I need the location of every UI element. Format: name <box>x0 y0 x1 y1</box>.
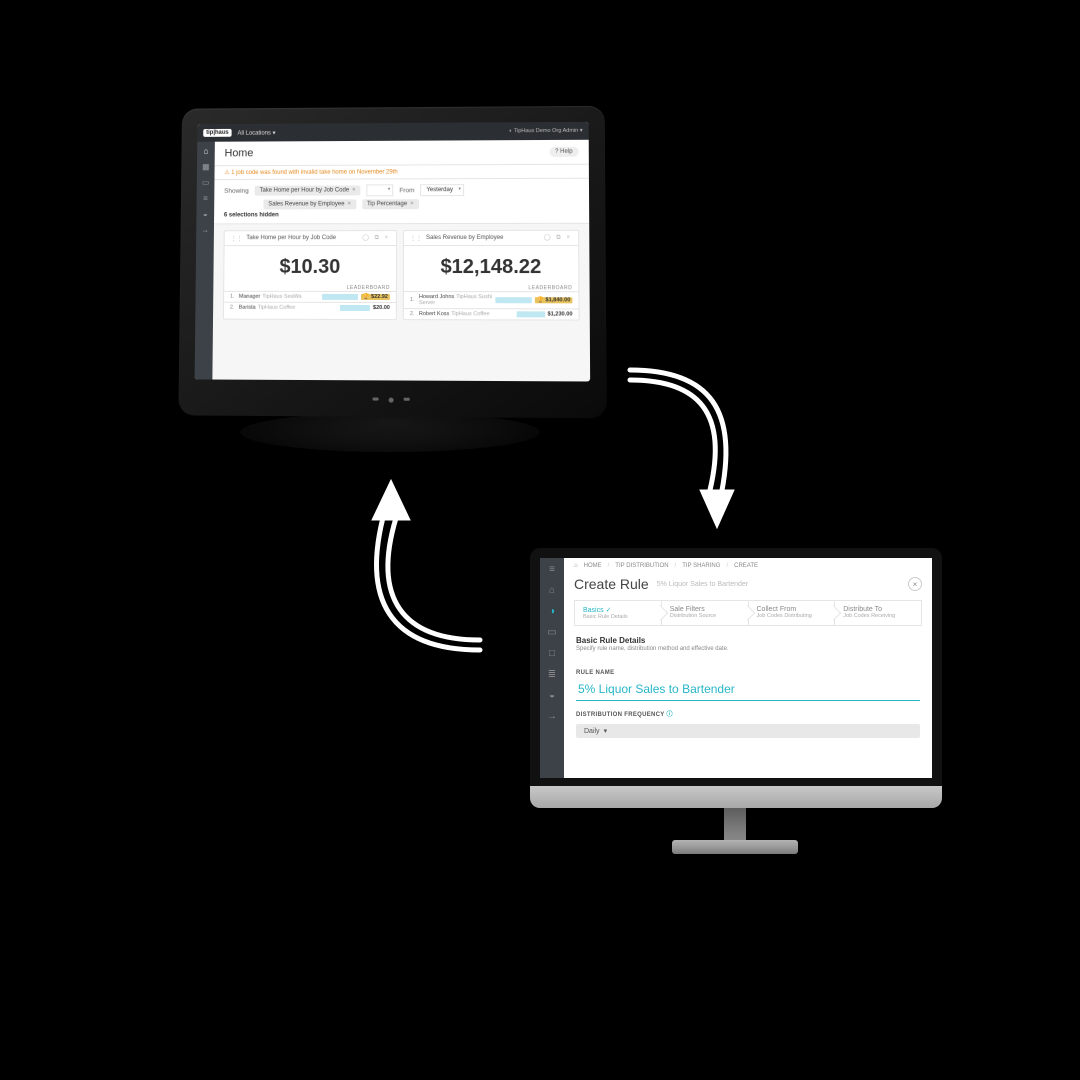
tablet-screen: tip|haus All Locations ▾ ◐ TipHaus Demo … <box>195 122 591 382</box>
from-select[interactable]: Yesterday <box>420 184 463 196</box>
filter-add-select[interactable] <box>366 184 393 196</box>
warning-banner[interactable]: ⚠ 1 job code was found with invalid take… <box>214 165 588 180</box>
monitor-screen: ≡ ⌂ ◑ ▭ □ ≣ ◒ → ⌂ HOME/ TIP DISTRIBUTION… <box>540 558 932 778</box>
wizard-step-collect[interactable]: Collect FromJob Codes Distributing <box>749 601 836 625</box>
showing-label: Showing <box>224 187 249 194</box>
list-icon[interactable]: ≡ <box>201 193 211 203</box>
doc-icon[interactable]: ▭ <box>201 177 211 187</box>
filter-chip[interactable]: Tip Percentage× <box>362 199 419 209</box>
drag-handle-icon[interactable]: ⋮⋮ <box>410 235 422 242</box>
metric-card-sales: ⋮⋮ Sales Revenue by Employee◯ ⧉ × $12,148… <box>403 230 580 321</box>
breadcrumb[interactable]: ⌂ HOME/ TIP DISTRIBUTION/ TIP SHARING/ C… <box>564 558 932 574</box>
chevron-down-icon: ▾ <box>604 727 608 735</box>
user-icon[interactable]: ◒ <box>549 690 555 701</box>
filter-bar: Showing Take Home per Hour by Job Code× … <box>214 179 589 225</box>
wizard-step-basics[interactable]: BasicsBasic Rule Details <box>575 601 662 625</box>
cycle-arrow-up <box>330 450 510 670</box>
doc-icon[interactable]: ▭ <box>547 627 556 638</box>
arrow-icon[interactable]: → <box>547 711 557 722</box>
user-icon[interactable]: ◒ <box>200 209 210 219</box>
drag-handle-icon[interactable]: ⋮⋮ <box>231 235 243 242</box>
wizard-steps: BasicsBasic Rule Details Sale FiltersDis… <box>574 600 922 626</box>
page-title: Create Rule <box>574 576 649 592</box>
logo: tip|haus <box>203 129 231 137</box>
hidden-selections-note[interactable]: 6 selections hidden <box>224 212 579 219</box>
rule-name-label: RULE NAME <box>576 670 920 676</box>
filter-chip[interactable]: Take Home per Hour by Job Code× <box>255 185 361 195</box>
home-icon[interactable]: ⌂ <box>201 146 211 156</box>
card-title: Take Home per Hour by Job Code <box>246 235 362 241</box>
page-title: Home <box>224 147 253 159</box>
close-icon[interactable]: × <box>352 187 356 193</box>
card-actions[interactable]: ◯ ⧉ × <box>362 234 390 242</box>
trophy-icon: 🏆 $22.92 <box>361 294 390 300</box>
topbar: tip|haus All Locations ▾ ◐ TipHaus Demo … <box>197 122 588 142</box>
card-actions[interactable]: ◯ ⧉ × <box>544 234 572 242</box>
section-heading: Basic Rule Details <box>576 636 920 645</box>
arrow-icon[interactable]: → <box>200 224 210 234</box>
trophy-icon: 🏆 $1,840.00 <box>535 297 572 303</box>
card-title: Sales Revenue by Employee <box>426 235 544 241</box>
close-button[interactable]: × <box>908 577 922 591</box>
filter-chip[interactable]: Sales Revenue by Employee× <box>263 199 356 209</box>
wizard-step-distribute[interactable]: Distribute ToJob Codes Receiving <box>835 601 921 625</box>
wizard-step-filters[interactable]: Sale FiltersDistribution Source <box>662 601 749 625</box>
location-selector[interactable]: All Locations ▾ <box>237 129 275 136</box>
info-icon[interactable]: ⓘ <box>666 712 672 718</box>
from-label: From <box>399 187 414 194</box>
section-desc: Specify rule name, distribution method a… <box>576 646 920 652</box>
metric-card-take-home: ⋮⋮Take Home per Hour by Job Code◯ ⧉ × $1… <box>223 230 397 320</box>
help-button[interactable]: ? Help <box>549 147 579 157</box>
leaderboard-row: 1. Howard JohnsTipHaus Sushi Server 🏆 $1… <box>404 291 579 308</box>
sidebar: ≡ ⌂ ◑ ▭ □ ≣ ◒ → <box>540 558 564 778</box>
distribution-icon[interactable]: ◑ <box>549 606 555 617</box>
home-icon: ⌂ <box>574 563 578 569</box>
leaderboard-row: 2. BaristaTipHaus Coffee $20.00 <box>224 302 396 313</box>
leaderboard-row: 1. ManagerTipHaus SeaWa 🏆 $22.92 <box>224 291 396 302</box>
square-icon[interactable]: □ <box>549 648 555 659</box>
list-icon[interactable]: ≣ <box>548 669 556 680</box>
monitor-device: ≡ ⌂ ◑ ▭ □ ≣ ◒ → ⌂ HOME/ TIP DISTRIBUTION… <box>530 548 942 808</box>
close-icon[interactable]: × <box>347 201 351 207</box>
user-menu[interactable]: ◐ TipHaus Demo Org Admin ▾ <box>509 128 583 134</box>
cycle-arrow-down <box>600 350 760 550</box>
rule-name-input[interactable]: 5% Liquor Sales to Bartender <box>576 678 920 701</box>
menu-icon[interactable]: ≡ <box>549 564 555 575</box>
leaderboard-row: 2. Robert KossTipHaus Coffee $1,230.00 <box>404 308 579 319</box>
grid-icon[interactable]: ▦ <box>201 161 211 171</box>
monitor-stand <box>700 800 770 864</box>
dist-freq-select[interactable]: Daily ▾ <box>576 724 920 738</box>
metric-value: $10.30 <box>224 246 396 285</box>
metric-value: $12,148.22 <box>404 246 578 285</box>
dist-freq-label: DISTRIBUTION FREQUENCY ⓘ <box>576 709 920 718</box>
home-icon[interactable]: ⌂ <box>549 585 555 596</box>
page-subtitle: 5% Liquor Sales to Bartender <box>657 581 748 588</box>
tablet-device: tip|haus All Locations ▾ ◐ TipHaus Demo … <box>178 106 606 418</box>
close-icon[interactable]: × <box>410 201 414 207</box>
